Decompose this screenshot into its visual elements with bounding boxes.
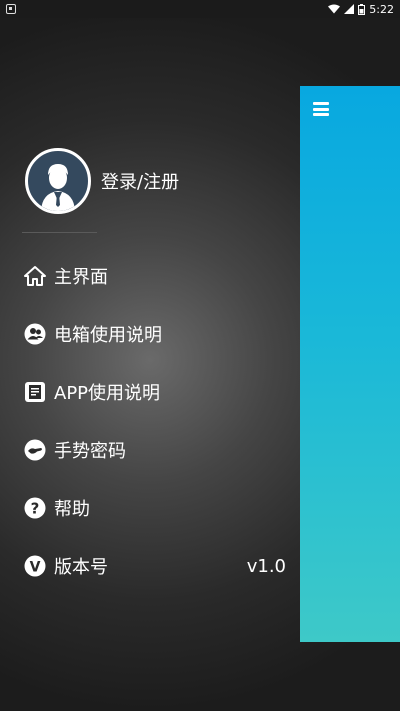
gesture-icon: [24, 439, 46, 461]
home-icon: [24, 265, 46, 287]
login-register-link[interactable]: 登录/注册: [101, 168, 179, 194]
menu-item-home[interactable]: 主界面: [24, 247, 286, 305]
status-bar: 5:22: [0, 0, 400, 18]
menu-label: APP使用说明: [54, 383, 161, 404]
menu-label: 版本号: [54, 557, 108, 578]
main-content-panel[interactable]: [300, 86, 400, 642]
hamburger-menu-icon[interactable]: [313, 102, 329, 116]
menu-item-box-manual[interactable]: 电箱使用说明: [24, 305, 286, 363]
app-notification-icon: [6, 4, 16, 14]
menu-item-app-manual[interactable]: APP使用说明: [24, 363, 286, 421]
menu-item-help[interactable]: ? 帮助: [24, 479, 286, 537]
menu-label: 主界面: [54, 267, 108, 288]
user-avatar-icon: [41, 164, 75, 211]
help-icon: ?: [24, 497, 46, 519]
battery-icon: [358, 3, 366, 15]
avatar[interactable]: [25, 148, 91, 214]
wifi-icon: [328, 4, 341, 14]
signal-icon: [344, 4, 355, 14]
document-icon: [24, 381, 46, 403]
divider: [22, 232, 97, 233]
profile-section[interactable]: 登录/注册: [25, 148, 179, 214]
version-value: v1.0: [246, 555, 286, 577]
menu-item-gesture-password[interactable]: 手势密码: [24, 421, 286, 479]
menu-label: 手势密码: [54, 441, 126, 462]
svg-text:V: V: [30, 560, 41, 576]
status-right: 5:22: [328, 3, 394, 16]
drawer-menu: 主界面 电箱使用说明 APP使用说明 手势密码 ? 帮助 V 版本号 v1.0: [24, 247, 286, 595]
version-icon: V: [24, 555, 46, 577]
status-time: 5:22: [369, 2, 394, 16]
menu-label: 电箱使用说明: [54, 325, 162, 346]
menu-item-version[interactable]: V 版本号 v1.0: [24, 537, 286, 595]
user-icon: [24, 323, 46, 345]
svg-text:?: ?: [31, 500, 40, 518]
status-left: [6, 4, 16, 14]
menu-label: 帮助: [54, 499, 90, 520]
